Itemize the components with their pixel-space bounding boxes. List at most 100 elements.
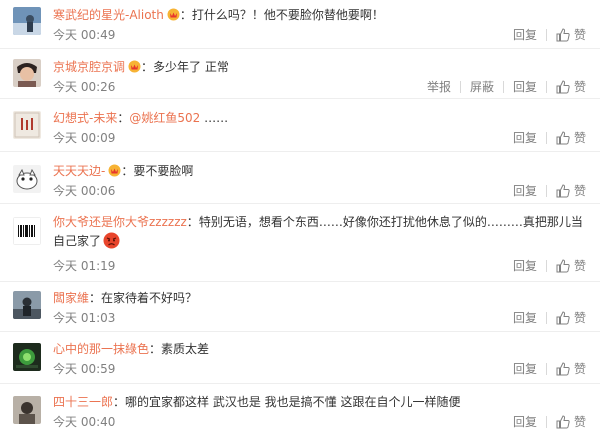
- thumbs-up-icon: [556, 184, 570, 198]
- commenter-name[interactable]: 你大爷还是你大爷zzzzzz: [53, 215, 187, 229]
- divider: [459, 81, 461, 93]
- comment-body: 打什么吗？！他不要脸你替他要啊！: [191, 8, 384, 22]
- divider: [545, 416, 547, 428]
- like-label: 赞: [573, 362, 586, 376]
- comment-actions: 回复 赞: [513, 183, 586, 199]
- comment-time: 今天 01:19: [53, 259, 116, 273]
- reply-button[interactable]: 回复: [513, 130, 537, 146]
- commenter-name[interactable]: 寒武纪的星光-Alioth: [53, 8, 164, 22]
- separator: ：: [121, 164, 134, 178]
- like-label: 赞: [573, 311, 586, 325]
- divider: [545, 185, 547, 197]
- comment-actions: 回复 赞: [513, 361, 586, 377]
- comment-time: 今天 00:09: [53, 131, 116, 145]
- comment-item: 你大爷还是你大爷zzzzzz：特别无语，想看个东西……好像你还打扰他休息了似的……: [0, 203, 600, 282]
- like-button[interactable]: 赞: [556, 130, 586, 146]
- separator: ：: [186, 215, 199, 229]
- member-badge-icon[interactable]: [108, 164, 121, 177]
- comment-time: 今天 00:49: [53, 28, 116, 42]
- separator: ：: [89, 291, 102, 305]
- comment-text: 心中的那一抹綠色：素质太差: [53, 339, 586, 359]
- like-label: 赞: [573, 184, 586, 198]
- like-button[interactable]: 赞: [556, 310, 586, 326]
- thumbs-up-icon: [556, 28, 570, 42]
- avatar[interactable]: [13, 396, 41, 424]
- comment-body: 多少年了 正常: [153, 60, 229, 74]
- commenter-name[interactable]: 心中的那一抹綠色: [53, 342, 149, 356]
- separator: ：: [117, 111, 130, 125]
- thumbs-up-icon: [556, 415, 570, 429]
- like-label: 赞: [573, 131, 586, 145]
- like-button[interactable]: 赞: [556, 414, 586, 430]
- comment-time: 今天 00:40: [53, 415, 116, 429]
- report-button[interactable]: 举报: [427, 79, 451, 95]
- commenter-name[interactable]: 天天天边-: [53, 164, 105, 178]
- like-button[interactable]: 赞: [556, 258, 586, 274]
- member-badge-icon[interactable]: [128, 60, 141, 73]
- reply-button[interactable]: 回复: [513, 183, 537, 199]
- comment-text: 闆家維：在家待着不好吗？: [53, 288, 586, 308]
- separator: ：: [149, 342, 162, 356]
- like-button[interactable]: 赞: [556, 183, 586, 199]
- comment-item: 幻想式-未来：@姚红鱼502 …… 今天 00:09 回复 赞: [0, 98, 600, 152]
- commenter-name[interactable]: 闆家維: [53, 291, 89, 305]
- avatar[interactable]: [13, 217, 41, 245]
- avatar[interactable]: [13, 111, 41, 139]
- separator: ：: [179, 8, 192, 22]
- reply-button[interactable]: 回复: [513, 414, 537, 430]
- divider: [545, 312, 547, 324]
- like-button[interactable]: 赞: [556, 79, 586, 95]
- comment-item: 京城京腔京调 ：多少年了 正常 今天 00:26 举报 屏蔽 回复 赞: [0, 48, 600, 99]
- comment-text: 四十三一郎：哪的宜家都这样 武汉也是 我也是搞不懂 这跟在自个儿一样随便: [53, 392, 586, 412]
- like-label: 赞: [573, 415, 586, 429]
- avatar[interactable]: [13, 7, 41, 35]
- thumbs-up-icon: [556, 311, 570, 325]
- comment-text: 天天天边- ：要不要脸啊: [53, 161, 586, 181]
- divider: [545, 260, 547, 272]
- divider: [545, 132, 547, 144]
- comment-item: 寒武纪的星光-Alioth ：打什么吗？！他不要脸你替他要啊！ 今天 00:49 …: [0, 0, 600, 49]
- comment-list: 寒武纪的星光-Alioth ：打什么吗？！他不要脸你替他要啊！ 今天 00:49 …: [0, 0, 600, 441]
- avatar[interactable]: [13, 59, 41, 87]
- comment-body: ……: [200, 111, 229, 125]
- comment-body: 哪的宜家都这样 武汉也是 我也是搞不懂 这跟在自个儿一样随便: [125, 395, 461, 409]
- comment-item: 四十三一郎：哪的宜家都这样 武汉也是 我也是搞不懂 这跟在自个儿一样随便 今天 …: [0, 383, 600, 441]
- comment-body: 在家待着不好吗？: [101, 291, 198, 305]
- comment-actions: 回复 赞: [513, 414, 586, 430]
- comment-time: 今天 00:59: [53, 362, 116, 376]
- reply-button[interactable]: 回复: [513, 27, 537, 43]
- avatar[interactable]: [13, 291, 41, 319]
- avatar[interactable]: [13, 343, 41, 371]
- like-label: 赞: [573, 259, 586, 273]
- angry-face-icon: [103, 232, 120, 249]
- divider: [502, 81, 504, 93]
- block-button[interactable]: 屏蔽: [470, 79, 494, 95]
- separator: ：: [141, 60, 154, 74]
- comment-text: 京城京腔京调 ：多少年了 正常: [53, 57, 586, 77]
- thumbs-up-icon: [556, 131, 570, 145]
- divider: [545, 363, 547, 375]
- comment-actions: 举报 屏蔽 回复 赞: [427, 79, 586, 95]
- avatar[interactable]: [13, 165, 41, 193]
- commenter-name[interactable]: 京城京腔京调: [53, 60, 125, 74]
- thumbs-up-icon: [556, 80, 570, 94]
- comment-item: 闆家維：在家待着不好吗？ 今天 01:03 回复 赞: [0, 281, 600, 332]
- member-badge-icon[interactable]: [167, 8, 180, 21]
- mention-link[interactable]: @姚红鱼502: [129, 111, 200, 125]
- commenter-name[interactable]: 四十三一郎: [53, 395, 113, 409]
- separator: ：: [113, 395, 126, 409]
- like-button[interactable]: 赞: [556, 27, 586, 43]
- comment-time: 今天 00:26: [53, 80, 116, 94]
- like-button[interactable]: 赞: [556, 361, 586, 377]
- reply-button[interactable]: 回复: [513, 310, 537, 326]
- reply-button[interactable]: 回复: [513, 258, 537, 274]
- comment-time: 今天 01:03: [53, 311, 116, 325]
- commenter-name[interactable]: 幻想式-未来: [53, 111, 117, 125]
- reply-button[interactable]: 回复: [513, 79, 537, 95]
- comment-body: 素质太差: [161, 342, 210, 356]
- thumbs-up-icon: [556, 259, 570, 273]
- reply-button[interactable]: 回复: [513, 361, 537, 377]
- like-label: 赞: [573, 80, 586, 94]
- comment-actions: 回复 赞: [513, 310, 586, 326]
- thumbs-up-icon: [556, 362, 570, 376]
